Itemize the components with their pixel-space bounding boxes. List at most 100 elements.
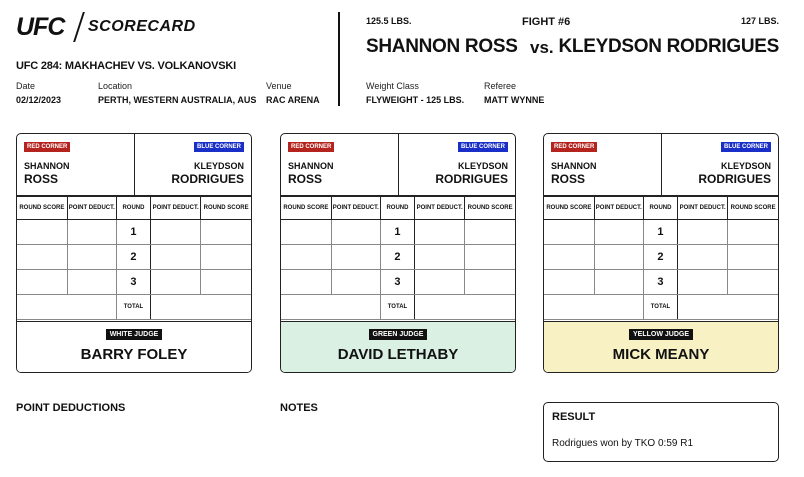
round-number: 1 [642,219,679,245]
blue-deduct-cell [150,269,202,295]
red-corner-badge: RED CORNER [24,142,71,152]
judge-scorecard-1: RED CORNER BLUE CORNER SHANNON ROSS KLEY… [16,133,252,373]
total-label: TOTAL [642,294,679,320]
blue-deduct-cell [150,219,202,245]
location-value: PERTH, WESTERN AUSTRALIA, AUS [98,95,257,105]
judge-section: GREEN JUDGE DAVID LETHABY [281,321,515,372]
red-deduct-cell [593,219,644,245]
red-fighter-weight: 125.5 LBS. [366,16,412,26]
fight-number: FIGHT #6 [522,16,571,28]
round-header: ROUND [379,196,416,220]
round-number: 1 [115,219,152,245]
round-number: 3 [379,269,416,295]
ufc-logo: UFC [16,13,65,41]
red-first-name: SHANNON [24,161,70,171]
round-number: 1 [379,219,416,245]
red-point-deduct-header: POINT DEDUCT. [66,196,117,220]
weight-class-value: FLYWEIGHT - 125 LBS. [366,95,465,105]
red-deduct-cell [330,244,381,270]
red-round-score-header: ROUND SCORE [281,196,332,220]
weight-class-label: Weight Class [366,81,419,91]
blue-fighter-name: KLEYDSON RODRIGUES [558,36,779,57]
blue-point-deduct-header: POINT DEDUCT. [150,196,202,220]
round-header: ROUND [642,196,679,220]
blue-round-score-header: ROUND SCORE [464,196,515,220]
red-point-deduct-header: POINT DEDUCT. [593,196,644,220]
blue-total-cell [677,294,778,320]
red-deduct-cell [330,219,381,245]
scorecard-title: SCORECARD [88,18,196,35]
red-corner-badge: RED CORNER [551,142,598,152]
red-deduct-cell [593,244,644,270]
judge-section: WHITE JUDGE BARRY FOLEY [17,321,251,372]
blue-last-name: RODRIGUES [435,172,508,186]
judge-section: YELLOW JUDGE MICK MEANY [544,321,778,372]
blue-score-cell [464,244,515,270]
referee-label: Referee [484,81,517,91]
blue-corner-badge: BLUE CORNER [193,142,244,152]
header-divider [398,134,399,196]
round-header: ROUND [115,196,152,220]
blue-score-cell [200,269,251,295]
red-round-score-header: ROUND SCORE [17,196,68,220]
red-last-name: ROSS [24,172,59,186]
round-number: 3 [115,269,152,295]
judge-badge: GREEN JUDGE [368,329,428,340]
blue-score-cell [727,244,778,270]
red-score-cell [17,219,68,245]
result-title: RESULT [552,411,596,423]
red-score-cell [281,244,332,270]
round-number: 3 [642,269,679,295]
red-deduct-cell [66,219,117,245]
blue-score-cell [464,269,515,295]
red-score-cell [281,219,332,245]
scorecard-header: RED CORNER BLUE CORNER SHANNON ROSS KLEY… [17,134,251,196]
blue-deduct-cell [150,244,202,270]
blue-deduct-cell [677,219,729,245]
round-number: 2 [115,244,152,270]
judge-scorecard-3: RED CORNER BLUE CORNER SHANNON ROSS KLEY… [543,133,779,373]
score-grid: ROUND SCORE POINT DEDUCT. ROUND POINT DE… [17,196,251,320]
location-label: Location [98,81,133,91]
judge-name: MICK MEANY [612,346,710,363]
red-score-cell [281,269,332,295]
judge-badge: YELLOW JUDGE [628,329,693,340]
red-score-cell [17,244,68,270]
red-corner-badge: RED CORNER [288,142,335,152]
red-deduct-cell [66,244,117,270]
judge-badge: WHITE JUDGE [105,329,163,340]
notes-heading: NOTES [280,402,318,414]
blue-score-cell [200,219,251,245]
judge-scorecard-2: RED CORNER BLUE CORNER SHANNON ROSS KLEY… [280,133,516,373]
blue-score-cell [727,219,778,245]
red-deduct-cell [66,269,117,295]
blue-score-cell [727,269,778,295]
blue-deduct-cell [414,269,466,295]
red-total-cell [544,294,644,320]
event-title: UFC 284: MAKHACHEV VS. VOLKANOVSKI [16,60,236,72]
judge-name: DAVID LETHABY [337,346,459,363]
red-score-cell [544,244,595,270]
red-first-name: SHANNON [551,161,597,171]
red-fighter-name: SHANNON ROSS [366,36,518,57]
blue-total-cell [414,294,515,320]
blue-point-deduct-header: POINT DEDUCT. [677,196,729,220]
red-score-cell [17,269,68,295]
result-box: RESULT Rodrigues won by TKO 0:59 R1 [543,402,779,462]
blue-score-cell [200,244,251,270]
red-total-cell [17,294,117,320]
round-number: 2 [379,244,416,270]
date-label: Date [16,81,36,91]
logo-divider [73,12,85,42]
blue-last-name: RODRIGUES [698,172,771,186]
header-divider [661,134,662,196]
blue-deduct-cell [414,219,466,245]
score-grid: ROUND SCORE POINT DEDUCT. ROUND POINT DE… [281,196,515,320]
red-score-cell [544,269,595,295]
blue-total-cell [150,294,251,320]
blue-corner-badge: BLUE CORNER [720,142,771,152]
score-grid: ROUND SCORE POINT DEDUCT. ROUND POINT DE… [544,196,778,320]
blue-round-score-header: ROUND SCORE [727,196,778,220]
red-round-score-header: ROUND SCORE [544,196,595,220]
judge-name: BARRY FOLEY [80,346,188,363]
